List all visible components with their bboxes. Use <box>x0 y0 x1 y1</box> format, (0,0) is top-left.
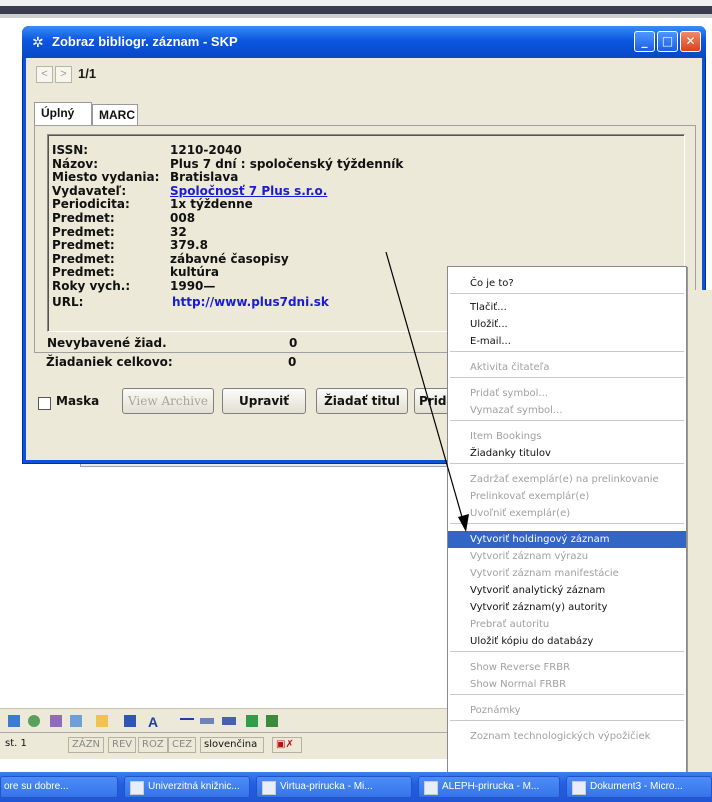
taskbar: ore su dobre... Univerzitná knižnic... Vir… <box>0 772 712 802</box>
arrow-line <box>385 251 465 525</box>
document-icon <box>262 781 276 795</box>
document-icon <box>130 781 144 795</box>
taskbar-button[interactable]: Dokument3 - Micro... <box>566 776 712 798</box>
taskbar-button[interactable]: Virtua-prirucka - Mi... <box>256 776 412 798</box>
document-icon <box>572 781 586 795</box>
document-icon <box>424 781 438 795</box>
taskbar-button-label: Dokument3 - Micro... <box>590 781 683 792</box>
annotation-arrow <box>385 251 469 532</box>
taskbar-button-label: Univerzitná knižnic... <box>148 781 240 792</box>
taskbar-button[interactable]: Univerzitná knižnic... <box>124 776 250 798</box>
taskbar-button-label: ore su dobre... <box>4 781 69 792</box>
arrow-head <box>458 514 469 532</box>
taskbar-button[interactable]: ore su dobre... <box>0 776 118 798</box>
taskbar-button[interactable]: ALEPH-prirucka - M... <box>418 776 560 798</box>
taskbar-button-label: ALEPH-prirucka - M... <box>442 781 540 792</box>
taskbar-button-label: Virtua-prirucka - Mi... <box>280 781 373 792</box>
